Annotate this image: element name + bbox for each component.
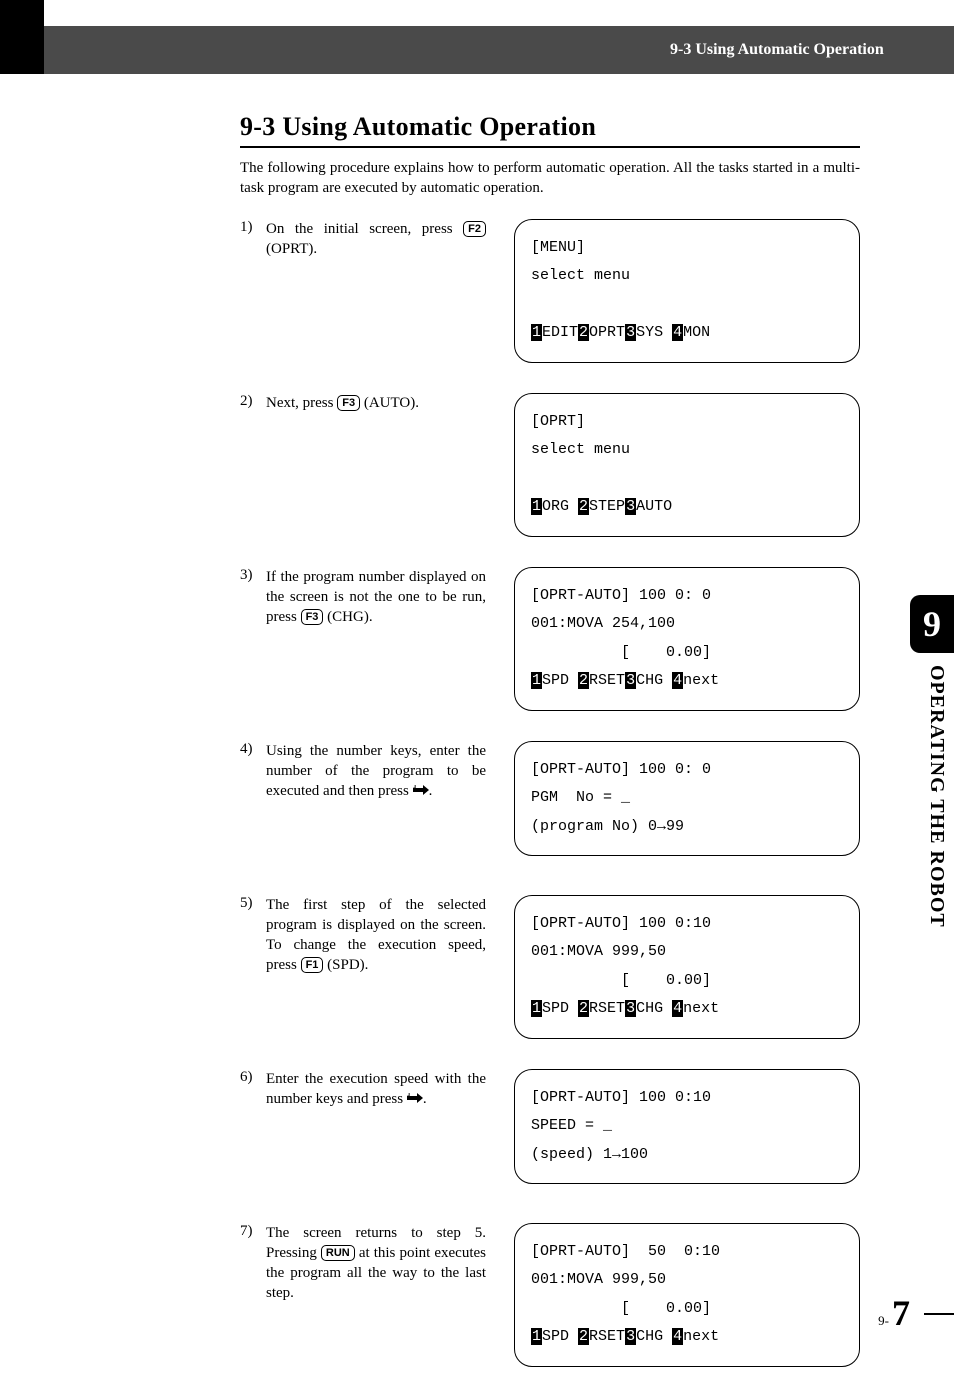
step-number: 4) [240, 741, 266, 758]
step-text: On the initial screen, press F2 (OPRT). [266, 219, 496, 260]
lcd-screen: [OPRT-AUTO] 100 0: 0 001:MOVA 254,100 [ … [514, 567, 860, 711]
chapter-tab: 9 [910, 595, 954, 653]
step-screen: [MENU] select menu 1EDIT2OPRT3SYS 4MON [514, 219, 860, 363]
step-number: 7) [240, 1223, 266, 1240]
step-text: The screen returns to step 5. Pressing R… [266, 1223, 496, 1304]
chapter-label: OPERATING THE ROBOT [916, 665, 948, 1025]
step-list: 1)On the initial screen, press F2 (OPRT)… [240, 219, 860, 1373]
step-text: Enter the execution speed with the numbe… [266, 1069, 496, 1110]
step-screen: [OPRT-AUTO] 50 0:10 001:MOVA 999,50 [ 0.… [514, 1223, 860, 1367]
step-number: 5) [240, 895, 266, 912]
page-rule [924, 1313, 954, 1315]
header-bar-text: 9-3 Using Automatic Operation [670, 26, 938, 74]
step-screen: [OPRT-AUTO] 100 0: 0 PGM No = _ (program… [514, 741, 860, 857]
enter-arrow-icon [407, 1091, 423, 1105]
step: 4)Using the number keys, enter the numbe… [240, 741, 860, 871]
key-f2: F2 [463, 221, 486, 237]
key-f3: F3 [301, 609, 324, 625]
step-screen: [OPRT] select menu 1ORG 2STEP3AUTO [514, 393, 860, 537]
step: 2)Next, press F3 (AUTO). [OPRT] select me… [240, 393, 860, 543]
step-screen: [OPRT-AUTO] 100 0:10 SPEED = _ (speed) 1… [514, 1069, 860, 1185]
key-f3: F3 [337, 395, 360, 411]
lcd-screen: [OPRT] select menu 1ORG 2STEP3AUTO [514, 393, 860, 537]
step-number: 1) [240, 219, 266, 236]
lcd-screen: [MENU] select menu 1EDIT2OPRT3SYS 4MON [514, 219, 860, 363]
step-number: 6) [240, 1069, 266, 1086]
page-num: 7 [892, 1295, 910, 1331]
step-number: 3) [240, 567, 266, 584]
page-prefix: 9- [878, 1313, 889, 1329]
left-strip [0, 0, 44, 74]
section-intro: The following procedure explains how to … [240, 158, 860, 199]
key-f1: F1 [301, 957, 324, 973]
lcd-screen: [OPRT-AUTO] 100 0: 0 PGM No = _ (program… [514, 741, 860, 857]
step-number: 2) [240, 393, 266, 410]
step-text: Using the number keys, enter the number … [266, 741, 496, 802]
step-text: The first step of the selected program i… [266, 895, 496, 976]
step: 1)On the initial screen, press F2 (OPRT)… [240, 219, 860, 369]
step-text: Next, press F3 (AUTO). [266, 393, 496, 413]
page-number: 9- 7 [878, 1295, 910, 1331]
step: 6)Enter the execution speed with the num… [240, 1069, 860, 1199]
lcd-screen: [OPRT-AUTO] 100 0:10 SPEED = _ (speed) 1… [514, 1069, 860, 1185]
key-run: RUN [321, 1245, 355, 1261]
step: 5)The first step of the selected program… [240, 895, 860, 1045]
lcd-screen: [OPRT-AUTO] 100 0:10 001:MOVA 999,50 [ 0… [514, 895, 860, 1039]
step: 3)If the program number displayed on the… [240, 567, 860, 717]
step-screen: [OPRT-AUTO] 100 0: 0 001:MOVA 254,100 [ … [514, 567, 860, 711]
step: 7)The screen returns to step 5. Pressing… [240, 1223, 860, 1373]
enter-arrow-icon [413, 783, 429, 797]
step-text: If the program number displayed on the s… [266, 567, 496, 628]
header-bar: 9-3 Using Automatic Operation [44, 26, 954, 74]
lcd-screen: [OPRT-AUTO] 50 0:10 001:MOVA 999,50 [ 0.… [514, 1223, 860, 1367]
page-content: 9-3 Using Automatic Operation The follow… [240, 112, 860, 1397]
section-title: 9-3 Using Automatic Operation [240, 112, 860, 148]
step-screen: [OPRT-AUTO] 100 0:10 001:MOVA 999,50 [ 0… [514, 895, 860, 1039]
